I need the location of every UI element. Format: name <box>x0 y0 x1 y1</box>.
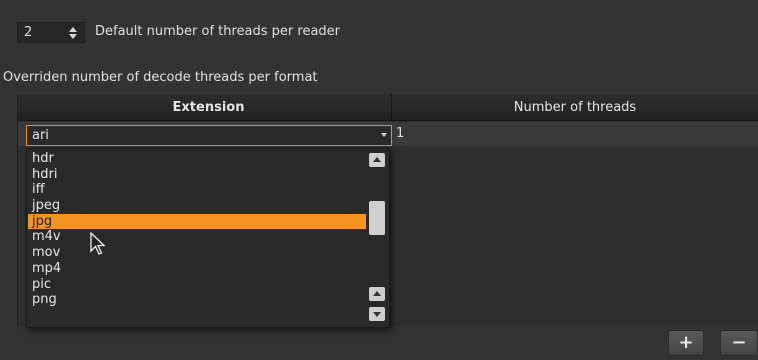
threads-per-reader-spinbox[interactable]: 2 <box>17 22 85 43</box>
threads-per-reader-label: Default number of threads per reader <box>95 24 341 39</box>
mouse-cursor-icon <box>90 232 106 255</box>
spinbox-stepper[interactable] <box>64 24 82 41</box>
table-header: Extension Number of threads <box>18 94 758 121</box>
threads-cell[interactable]: 1 <box>396 126 404 141</box>
dropdown-option[interactable]: mp4 <box>28 261 366 277</box>
dropdown-option[interactable]: jpg <box>28 213 366 230</box>
scroll-up-button-lower[interactable] <box>369 287 385 301</box>
dropdown-option[interactable]: hdr <box>28 151 366 167</box>
chevron-down-icon[interactable] <box>381 133 387 137</box>
dropdown-option[interactable]: m4v <box>28 229 366 245</box>
arrow-up-icon <box>373 157 381 162</box>
scrollbar-thumb[interactable] <box>369 201 385 235</box>
arrow-down-icon <box>373 312 381 317</box>
dropdown-option[interactable]: jpeg <box>28 198 366 214</box>
column-header-threads-label: Number of threads <box>513 100 637 115</box>
column-header-threads[interactable]: Number of threads <box>392 94 758 121</box>
threads-per-reader-value[interactable]: 2 <box>18 25 58 40</box>
table-row[interactable]: ari 1 <box>18 122 758 146</box>
extension-combobox[interactable]: ari <box>26 125 392 146</box>
extension-dropdown-list[interactable]: hdr hdri iff jpeg jpg m4v mov mp4 pic png <box>26 148 390 328</box>
remove-button[interactable]: − <box>720 330 758 356</box>
extension-combobox-value: ari <box>32 128 49 143</box>
section-label: Overriden number of decode threads per f… <box>3 70 318 85</box>
stepper-up-icon[interactable] <box>69 26 77 32</box>
dropdown-option[interactable]: hdri <box>28 167 366 183</box>
dropdown-options: hdr hdri iff jpeg jpg m4v mov mp4 pic png <box>28 151 366 308</box>
arrow-up-icon <box>373 291 381 296</box>
scroll-down-button[interactable] <box>369 307 385 321</box>
scroll-up-button[interactable] <box>369 153 385 167</box>
add-button[interactable]: + <box>668 330 704 356</box>
column-header-extension[interactable]: Extension <box>26 94 392 121</box>
dropdown-option[interactable]: mov <box>28 245 366 261</box>
dropdown-option[interactable]: iff <box>28 182 366 198</box>
dropdown-option[interactable]: pic <box>28 277 366 293</box>
stepper-down-icon[interactable] <box>69 33 77 39</box>
dropdown-option[interactable]: png <box>28 292 366 308</box>
dropdown-scrollbar[interactable] <box>369 153 385 325</box>
